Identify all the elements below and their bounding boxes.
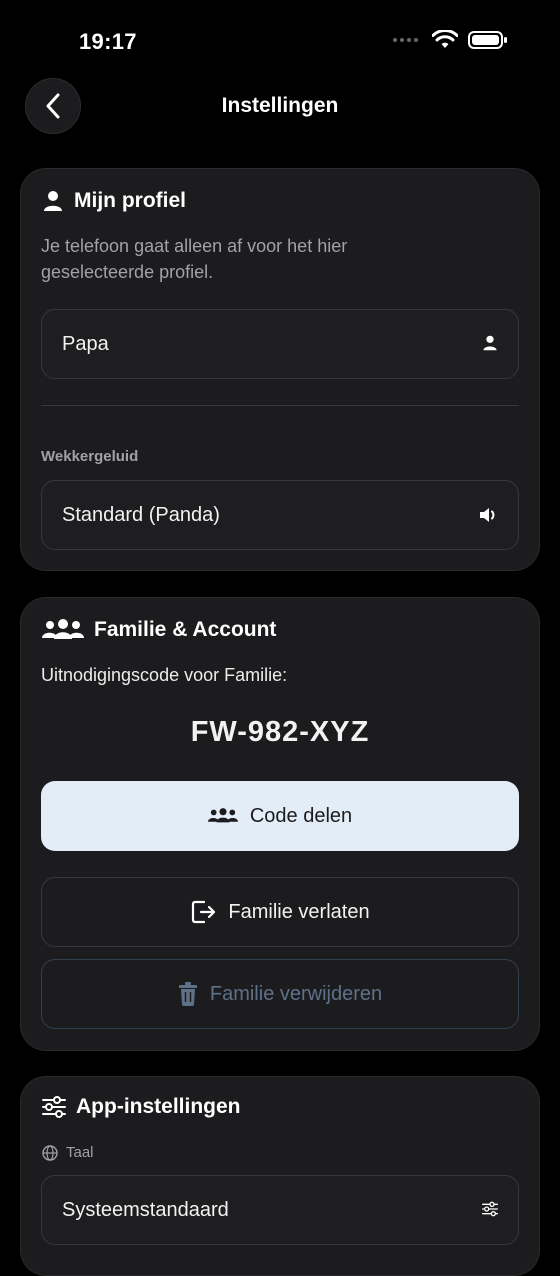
- family-header: Familie & Account: [42, 618, 276, 642]
- profile-card: Mijn profiel Je telefoon gaat alleen af …: [20, 168, 540, 571]
- family-card: Familie & Account Uitnodigingscode voor …: [20, 597, 540, 1051]
- logout-icon: [192, 900, 216, 924]
- language-label-text: Taal: [66, 1144, 94, 1161]
- speaker-icon: [480, 508, 495, 522]
- trash-icon: [178, 982, 197, 1006]
- status-bar: 19:17: [0, 0, 560, 80]
- app-settings-title: App-instellingen: [76, 1095, 241, 1118]
- alarm-sound-value: Standard (Panda): [62, 504, 220, 526]
- language-label: Taal: [42, 1144, 94, 1161]
- page-title: Instellingen: [221, 94, 339, 117]
- profile-title: Mijn profiel: [74, 189, 186, 212]
- share-code-label: Code delen: [249, 804, 353, 827]
- profile-select[interactable]: Papa: [41, 309, 519, 379]
- wifi-icon: [432, 30, 458, 48]
- status-time: 19:17: [79, 29, 137, 54]
- group-icon: [207, 808, 238, 823]
- signal-icon: [393, 38, 418, 42]
- alarm-sound-label: Wekkergeluid: [41, 448, 139, 465]
- family-title: Familie & Account: [94, 618, 277, 641]
- language-value: Systeemstandaard: [62, 1199, 229, 1221]
- app-settings-header: App-instellingen: [42, 1095, 241, 1119]
- profile-header: Mijn profiel: [42, 189, 186, 213]
- profile-description: Je telefoon gaat alleen af voor het hier…: [41, 236, 348, 282]
- delete-family-button[interactable]: Familie verwijderen: [41, 959, 519, 1029]
- alarm-sound-select[interactable]: Standard (Panda): [41, 480, 519, 550]
- profile-value: Papa: [62, 333, 109, 355]
- sliders-icon: [42, 1096, 66, 1118]
- invite-code: FW-982-XYZ: [190, 716, 370, 748]
- invite-code-label: Uitnodigingscode voor Familie:: [41, 665, 288, 685]
- share-code-button[interactable]: Code delen: [41, 781, 519, 851]
- person-icon: [483, 335, 497, 351]
- language-select[interactable]: Systeemstandaard: [41, 1175, 519, 1245]
- status-icons: [393, 30, 508, 50]
- group-icon: [42, 619, 84, 639]
- divider: [41, 405, 519, 406]
- person-icon: [44, 191, 62, 211]
- sliders-icon: [482, 1201, 498, 1217]
- leave-family-button[interactable]: Familie verlaten: [41, 877, 519, 947]
- app-settings-card: App-instellingen Taal Systeemstandaard: [20, 1076, 540, 1276]
- globe-icon: [42, 1144, 58, 1161]
- delete-family-label: Familie verwijderen: [209, 982, 383, 1005]
- navigation-bar: Instellingen: [0, 78, 560, 136]
- leave-family-label: Familie verlaten: [228, 900, 370, 923]
- battery-icon: [468, 31, 507, 49]
